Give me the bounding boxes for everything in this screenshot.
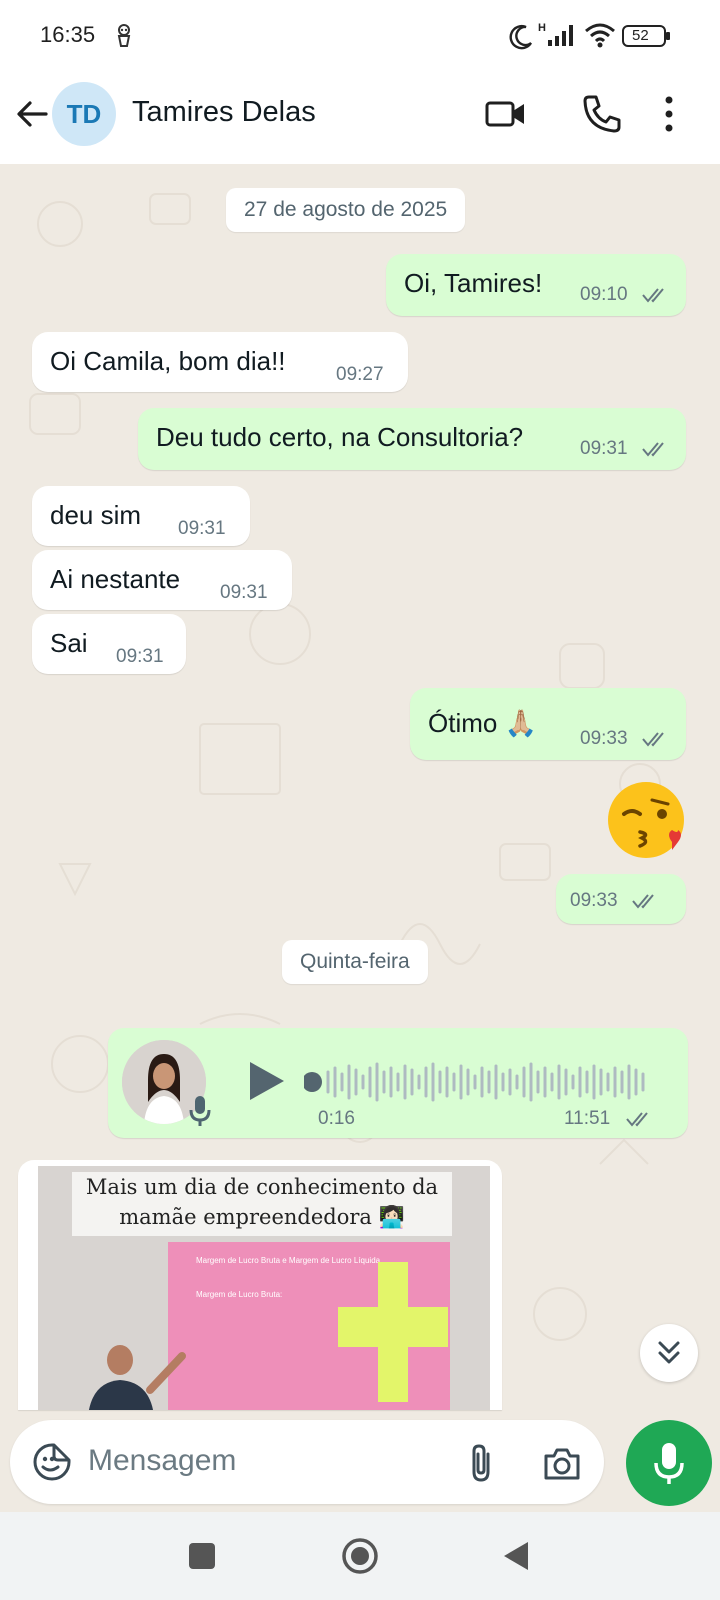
back-arrow-icon[interactable] — [12, 94, 52, 134]
chat-header: TD Tamires Delas — [0, 72, 720, 164]
message-bubble-incoming[interactable]: Sai 09:31 — [32, 614, 186, 674]
message-time: 09:27 — [336, 364, 384, 385]
read-receipt-icon — [642, 442, 664, 457]
chat-area[interactable]: 27 de agosto de 2025 Oi, Tamires! 09:10 … — [0, 164, 720, 1488]
audio-waveform[interactable] — [304, 1058, 654, 1106]
recents-icon[interactable] — [188, 1542, 216, 1570]
video-call-icon[interactable] — [484, 92, 528, 136]
message-time: 09:31 — [220, 582, 268, 603]
battery-level: 52 — [632, 27, 649, 44]
contact-name[interactable]: Tamires Delas — [132, 96, 316, 129]
message-text: Oi Camila, bom dia!! — [50, 346, 286, 376]
more-options-icon[interactable] — [662, 94, 676, 134]
message-bubble-outgoing[interactable]: Ótimo 🙏🏼 09:33 — [410, 688, 686, 760]
system-nav-bar — [0, 1512, 720, 1600]
double-chevron-down-icon — [658, 1341, 680, 1364]
message-time: 09:31 — [178, 518, 226, 539]
image-preview[interactable]: Mais um dia de conhecimento da mamãe emp… — [38, 1166, 490, 1410]
message-time: 11:51 — [564, 1108, 611, 1129]
read-receipt-icon — [632, 894, 654, 909]
voice-message-bubble[interactable]: 0:16 11:51 — [108, 1028, 688, 1138]
status-bar: 16:35 H 52 — [0, 0, 720, 72]
attach-icon[interactable] — [466, 1442, 496, 1484]
wifi-icon — [585, 23, 615, 48]
slide-subtitle: Margem de Lucro Bruta: — [196, 1290, 283, 1299]
day-chip: Quinta-feira — [282, 940, 428, 984]
read-receipt-icon — [626, 1112, 648, 1127]
mic-icon — [654, 1443, 684, 1484]
status-time: 16:35 — [40, 22, 96, 47]
message-time: 09:33 — [580, 728, 628, 749]
message-text: Oi, Tamires! — [404, 268, 543, 298]
home-icon[interactable] — [341, 1537, 379, 1575]
image-caption: Mais um dia de conhecimento da mamãe emp… — [72, 1172, 452, 1236]
message-bubble-outgoing[interactable]: Deu tudo certo, na Consultoria? 09:31 — [138, 408, 686, 470]
message-time: 09:31 — [580, 438, 628, 459]
message-text: Ai nestante — [50, 564, 181, 594]
message-text: deu sim — [50, 500, 142, 530]
message-time: 09:33 — [570, 890, 618, 911]
date-chip: 27 de agosto de 2025 — [226, 188, 466, 232]
voice-duration: 0:16 — [318, 1108, 355, 1129]
message-bubble-incoming[interactable]: deu sim 09:31 — [32, 486, 250, 546]
slide-graphic — [338, 1262, 448, 1402]
voice-call-icon[interactable] — [580, 92, 624, 136]
message-text: Ótimo 🙏🏼 — [428, 708, 537, 738]
play-icon[interactable] — [246, 1060, 286, 1102]
message-text: Deu tudo certo, na Consultoria? — [156, 422, 524, 452]
message-composer[interactable]: Mensagem — [10, 1420, 604, 1504]
emoji-message-time-bubble[interactable]: 09:33 — [556, 874, 686, 924]
message-bubble-incoming[interactable]: Ai nestante 09:31 — [32, 550, 292, 610]
message-input[interactable]: Mensagem — [88, 1444, 236, 1478]
incognito-icon — [117, 24, 131, 47]
sticker-icon[interactable] — [32, 1442, 72, 1482]
back-nav-icon[interactable] — [502, 1540, 530, 1572]
moon-icon — [509, 24, 533, 50]
read-receipt-icon — [642, 732, 664, 747]
message-time: 09:10 — [580, 284, 628, 305]
image-message-bubble[interactable]: Mais um dia de conhecimento da mamãe emp… — [18, 1160, 502, 1410]
camera-icon[interactable] — [542, 1446, 582, 1482]
signal-icon: H — [538, 22, 573, 46]
message-text: Sai — [50, 628, 88, 658]
message-bubble-outgoing[interactable]: Oi, Tamires! 09:10 — [386, 254, 686, 316]
kiss-emoji-icon — [608, 782, 684, 858]
svg-text:H: H — [538, 22, 546, 34]
message-time: 09:31 — [116, 646, 164, 667]
presenter-figure — [89, 1345, 186, 1410]
mic-badge-icon — [189, 1096, 211, 1126]
scroll-to-bottom-button[interactable] — [640, 1324, 698, 1382]
avatar[interactable]: TD — [52, 82, 116, 146]
voice-record-button[interactable] — [626, 1420, 712, 1506]
presentation-slide: Margem de Lucro Bruta e Margem de Lucro … — [168, 1242, 450, 1410]
read-receipt-icon — [642, 288, 664, 303]
message-bubble-incoming[interactable]: Oi Camila, bom dia!! 09:27 — [32, 332, 408, 392]
